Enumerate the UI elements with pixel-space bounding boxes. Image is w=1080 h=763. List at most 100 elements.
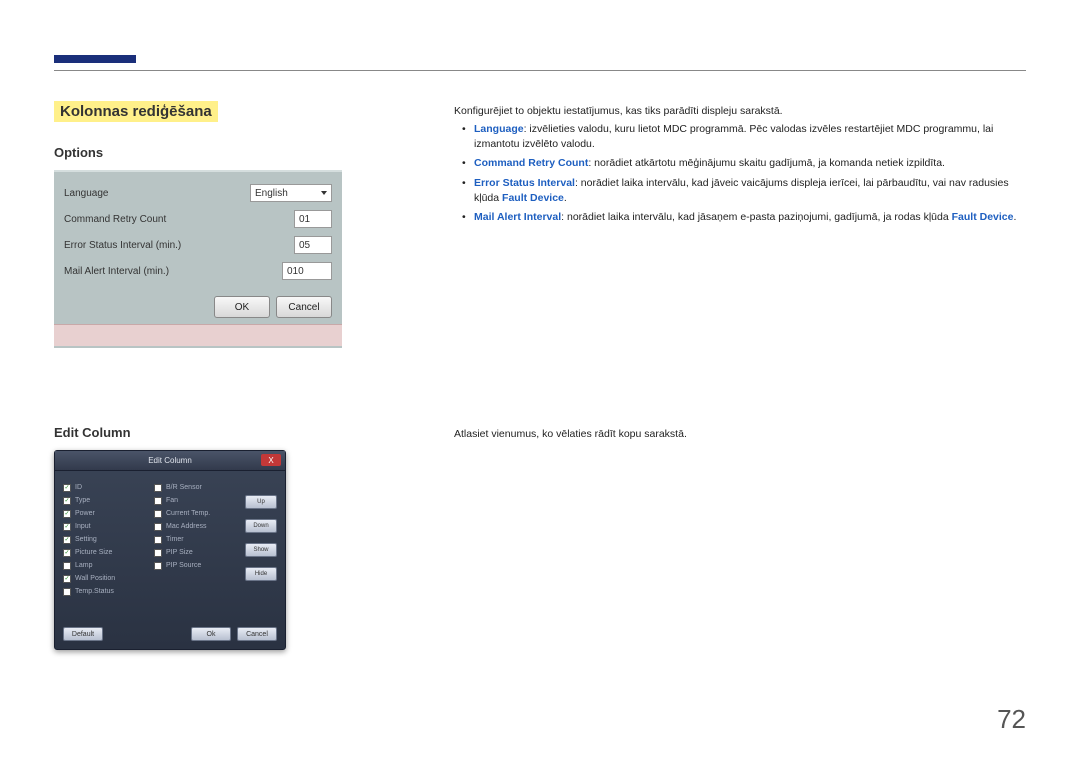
column-2: B/R Sensor Fan Current Temp. Mac Address…	[154, 481, 239, 598]
checkbox-icon: ✓	[63, 549, 71, 557]
default-button[interactable]: Default	[63, 627, 103, 641]
options-subheading: Options	[54, 145, 103, 160]
checkbox-icon	[154, 536, 162, 544]
item-label: Type	[75, 497, 90, 504]
check-item[interactable]: Timer	[154, 533, 239, 546]
button-stack: Up Down Show Hide	[245, 481, 277, 598]
edit-column-subheading: Edit Column	[54, 425, 131, 440]
check-item[interactable]: PIP Source	[154, 559, 239, 572]
language-select[interactable]: English	[250, 184, 332, 202]
check-item[interactable]: ✓ Picture Size	[63, 546, 148, 559]
bullet-retry: Command Retry Count: norādiet atkārtotu …	[454, 156, 1024, 171]
options-dialog: Language English Command Retry Count 01 …	[54, 170, 342, 348]
item-label: Input	[75, 523, 91, 530]
header-accent-bar	[54, 55, 136, 63]
check-item[interactable]: ✓Setting	[63, 533, 148, 546]
checkbox-icon	[63, 562, 71, 570]
close-button[interactable]: X	[261, 454, 281, 466]
fault-device-ref: Fault Device	[502, 192, 564, 204]
check-item[interactable]: Lamp	[63, 559, 148, 572]
edit-description: Atlasiet vienumus, ko vēlaties rādīt kop…	[454, 428, 687, 440]
item-label: Temp.Status	[75, 588, 114, 595]
checkbox-icon	[154, 523, 162, 531]
bullet-label: Command Retry Count	[474, 157, 588, 169]
show-button[interactable]: Show	[245, 543, 277, 557]
bullet-language: Language: izvēlieties valodu, kuru lieto…	[454, 122, 1024, 152]
bullet-text: : izvēlieties valodu, kuru lietot MDC pr…	[474, 123, 993, 150]
check-item[interactable]: ✓ Power	[63, 507, 148, 520]
item-label: Current Temp.	[166, 510, 210, 517]
checkbox-icon	[154, 484, 162, 492]
option-label: Language	[64, 188, 250, 199]
item-label: ID	[75, 484, 82, 491]
bullet-mail: Mail Alert Interval: norādiet laika inte…	[454, 210, 1024, 225]
bullet-label: Mail Alert Interval	[474, 211, 561, 223]
check-item[interactable]: PIP Size	[154, 546, 239, 559]
up-button[interactable]: Up	[245, 495, 277, 509]
checkbox-icon	[63, 588, 71, 596]
item-label: Lamp	[75, 562, 93, 569]
item-label: Mac Address	[166, 523, 206, 530]
checkbox-icon: ✓	[63, 575, 71, 583]
bullet-label: Error Status Interval	[474, 177, 575, 189]
option-label: Error Status Interval (min.)	[64, 240, 294, 251]
checkbox-icon	[154, 549, 162, 557]
option-label: Mail Alert Interval (min.)	[64, 266, 282, 277]
header-rule	[54, 70, 1026, 71]
ok-button[interactable]: OK	[214, 296, 270, 318]
check-item[interactable]: ✓ID	[63, 481, 148, 494]
edit-column-dialog: Edit Column X ✓ID ✓Type ✓Power ✓Input ✓S…	[54, 450, 286, 650]
check-item[interactable]: Current Temp.	[154, 507, 239, 520]
option-label: Command Retry Count	[64, 214, 294, 225]
bullet-label: Language	[474, 123, 524, 135]
cancel-button[interactable]: Cancel	[237, 627, 277, 641]
checkbox-icon: ✓	[63, 510, 71, 518]
option-row-retry: Command Retry Count 01	[64, 206, 332, 232]
checkbox-icon	[154, 510, 162, 518]
check-item[interactable]: B/R Sensor	[154, 481, 239, 494]
item-label: PIP Source	[166, 562, 201, 569]
item-label: PIP Size	[166, 549, 193, 556]
intro-text: Konfigurējiet to objektu iestatījumus, k…	[454, 104, 1024, 119]
bullet-error: Error Status Interval: norādiet laika in…	[454, 176, 1024, 206]
option-row-language: Language English	[64, 180, 332, 206]
item-label: Power	[75, 510, 95, 517]
page-number: 72	[997, 704, 1026, 735]
bullet-list: Language: izvēlieties valodu, kuru lieto…	[454, 122, 1024, 229]
option-row-mail: Mail Alert Interval (min.) 010	[64, 258, 332, 284]
input-value: 010	[287, 266, 304, 277]
cancel-button[interactable]: Cancel	[276, 296, 332, 318]
item-label: Setting	[75, 536, 97, 543]
check-item[interactable]: ✓Input	[63, 520, 148, 533]
chevron-down-icon	[321, 191, 327, 195]
item-label: Wall Position	[75, 575, 115, 582]
dialog-titlebar: Edit Column X	[55, 451, 285, 471]
check-item[interactable]: ✓ Wall Position	[63, 572, 148, 585]
down-button[interactable]: Down	[245, 519, 277, 533]
check-item[interactable]: Mac Address	[154, 520, 239, 533]
input-value: 05	[299, 240, 310, 251]
hide-button[interactable]: Hide	[245, 567, 277, 581]
dialog-title: Edit Column	[148, 456, 192, 465]
section-heading: Kolonnas rediģēšana	[54, 101, 218, 122]
error-input[interactable]: 05	[294, 236, 332, 254]
bullet-text: : norādiet laika intervālu, kad jāsaņem …	[561, 211, 951, 223]
stripe	[54, 324, 342, 346]
bullet-text: : norādiet atkārtotu mēģinājumu skaitu g…	[588, 157, 945, 169]
mail-input[interactable]: 010	[282, 262, 332, 280]
check-item[interactable]: ✓Type	[63, 494, 148, 507]
item-label: B/R Sensor	[166, 484, 202, 491]
item-label: Picture Size	[75, 549, 112, 556]
item-label: Fan	[166, 497, 178, 504]
input-value: 01	[299, 214, 310, 225]
check-item[interactable]: Fan	[154, 494, 239, 507]
column-1: ✓ID ✓Type ✓Power ✓Input ✓Setting ✓Pictur…	[63, 481, 148, 598]
fault-device-ref: Fault Device	[952, 211, 1014, 223]
option-row-error: Error Status Interval (min.) 05	[64, 232, 332, 258]
ok-button[interactable]: Ok	[191, 627, 231, 641]
select-value: English	[255, 188, 288, 199]
checkbox-icon	[154, 497, 162, 505]
check-item[interactable]: Temp.Status	[63, 585, 148, 598]
item-label: Timer	[166, 536, 184, 543]
retry-input[interactable]: 01	[294, 210, 332, 228]
